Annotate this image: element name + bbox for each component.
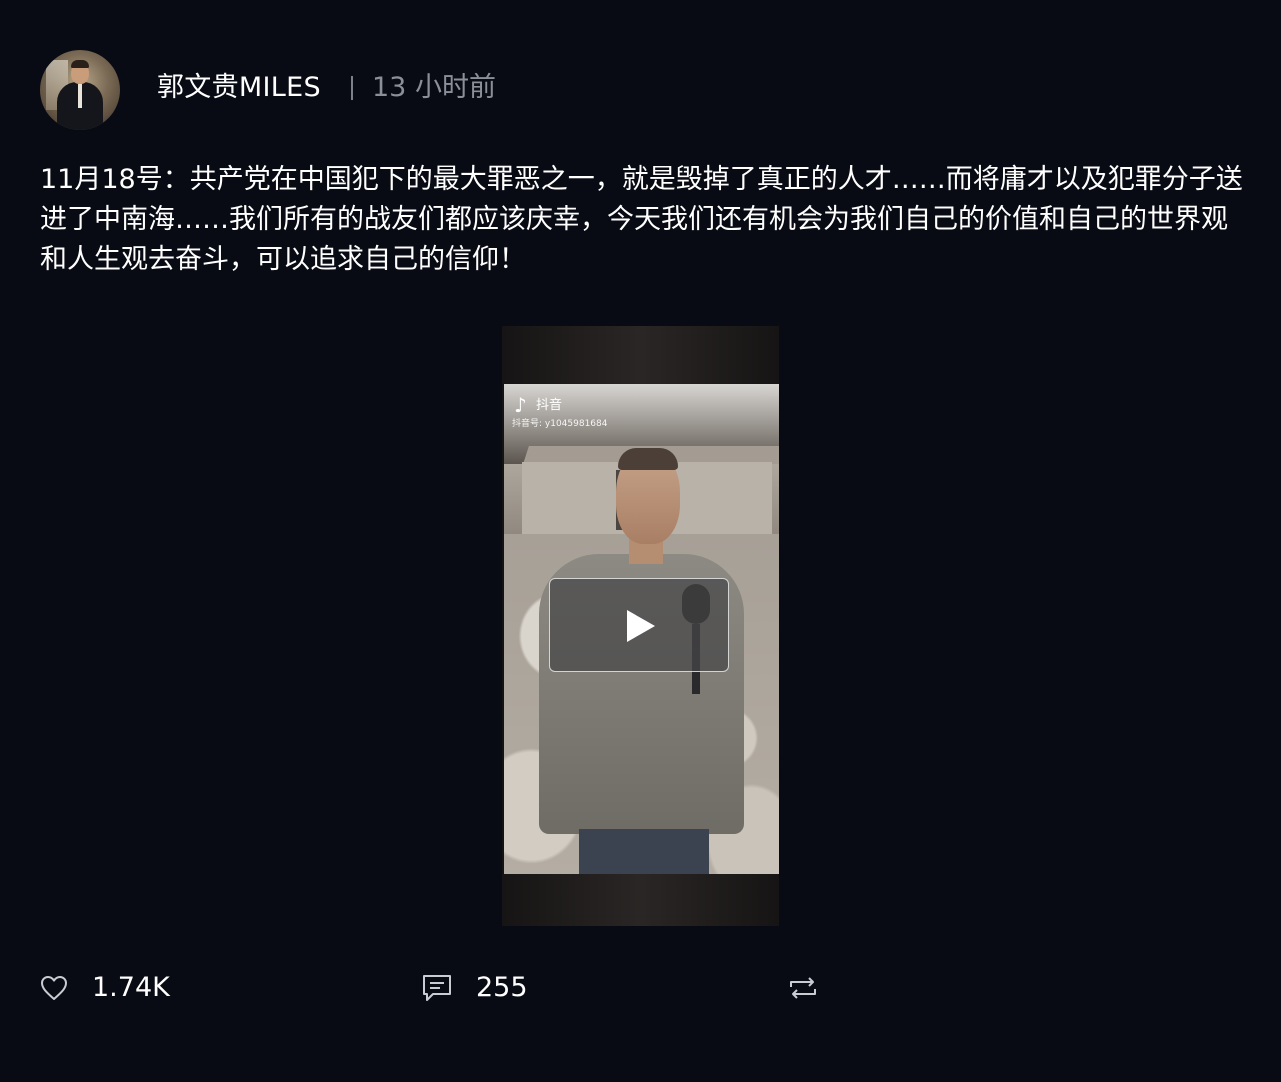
- play-icon: [627, 610, 655, 642]
- like-count: 1.74K: [92, 972, 170, 1003]
- avatar-tie: [78, 84, 82, 108]
- video-letterbox-bottom: [502, 874, 779, 926]
- video-letterbox-top: [502, 326, 779, 384]
- heart-icon: [41, 976, 67, 1000]
- comment-icon: [423, 975, 451, 1001]
- post-text: 11月18号：共产党在中国犯下的最大罪恶之一，就是毁掉了真正的人才……而将庸才以…: [40, 164, 1243, 275]
- repost-icon: [790, 977, 816, 999]
- watermark-app-name: 抖音: [536, 398, 563, 413]
- avatar-hair: [71, 60, 89, 68]
- post-card: 郭文贵MILES 13 小时前 11月18号：共产党在中国犯下的最大罪恶之一，就…: [0, 0, 1281, 1082]
- author-avatar[interactable]: [40, 50, 120, 130]
- thumbnail-person-jeans: [579, 829, 709, 874]
- author-name[interactable]: 郭文贵MILES: [157, 70, 321, 106]
- like-button[interactable]: 1.74K: [40, 968, 170, 1008]
- thumbnail-person-hair: [618, 448, 678, 470]
- repost-button[interactable]: [787, 968, 819, 1008]
- comment-button[interactable]: 255: [422, 968, 528, 1008]
- header-divider: [351, 76, 353, 100]
- comment-count: 255: [476, 972, 528, 1003]
- post-timestamp: 13 小时前: [372, 72, 496, 103]
- play-button[interactable]: [549, 578, 729, 672]
- watermark-account-id: 抖音号: y1045981684: [512, 419, 608, 429]
- tiktok-note-icon: ♪: [514, 393, 527, 417]
